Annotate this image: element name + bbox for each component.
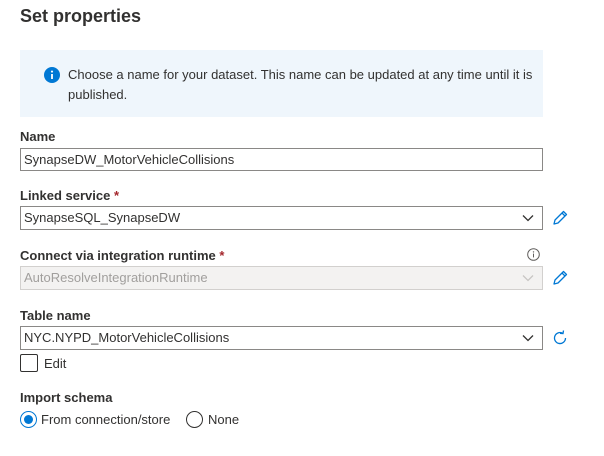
chevron-down-icon <box>522 275 534 282</box>
refresh-icon[interactable] <box>551 329 569 347</box>
integration-runtime-value: AutoResolveIntegrationRuntime <box>24 270 208 285</box>
chevron-down-icon <box>522 215 534 222</box>
integration-runtime-label-text: Connect via integration runtime <box>20 248 216 263</box>
edit-pencil-icon[interactable] <box>551 269 569 287</box>
linked-service-value: SynapseSQL_SynapseDW <box>24 210 181 225</box>
table-name-value: NYC.NYPD_MotorVehicleCollisions <box>24 330 230 345</box>
import-schema-label: Import schema <box>20 390 113 405</box>
table-name-label: Table name <box>20 308 91 323</box>
name-label: Name <box>20 129 56 144</box>
edit-checkbox-label: Edit <box>44 356 67 371</box>
integration-runtime-select[interactable]: AutoResolveIntegrationRuntime <box>20 266 543 290</box>
page-title: Set properties <box>20 6 142 26</box>
radio-none[interactable] <box>186 411 203 428</box>
linked-service-label-text: Linked service <box>20 188 111 203</box>
linked-service-select[interactable]: SynapseSQL_SynapseDW <box>20 206 543 230</box>
info-icon <box>44 67 60 83</box>
integration-runtime-label: Connect via integration runtime * <box>20 248 224 263</box>
required-marker: * <box>219 248 225 263</box>
info-banner-text: Choose a name for your dataset. This nam… <box>68 67 533 102</box>
chevron-down-icon <box>522 335 534 342</box>
edit-checkbox[interactable] <box>20 354 38 372</box>
table-name-select[interactable]: NYC.NYPD_MotorVehicleCollisions <box>20 326 543 350</box>
name-input[interactable]: SynapseDW_MotorVehicleCollisions <box>20 148 543 171</box>
linked-service-label: Linked service * <box>20 188 119 203</box>
info-banner: Choose a name for your dataset. This nam… <box>20 50 543 117</box>
required-marker: * <box>113 188 120 203</box>
radio-from-connection-store-label: From connection/store <box>41 412 171 427</box>
edit-pencil-icon[interactable] <box>551 209 569 227</box>
radio-none-label: None <box>208 412 240 427</box>
radio-from-connection-store[interactable] <box>20 411 37 428</box>
info-circle-icon[interactable] <box>527 248 540 261</box>
